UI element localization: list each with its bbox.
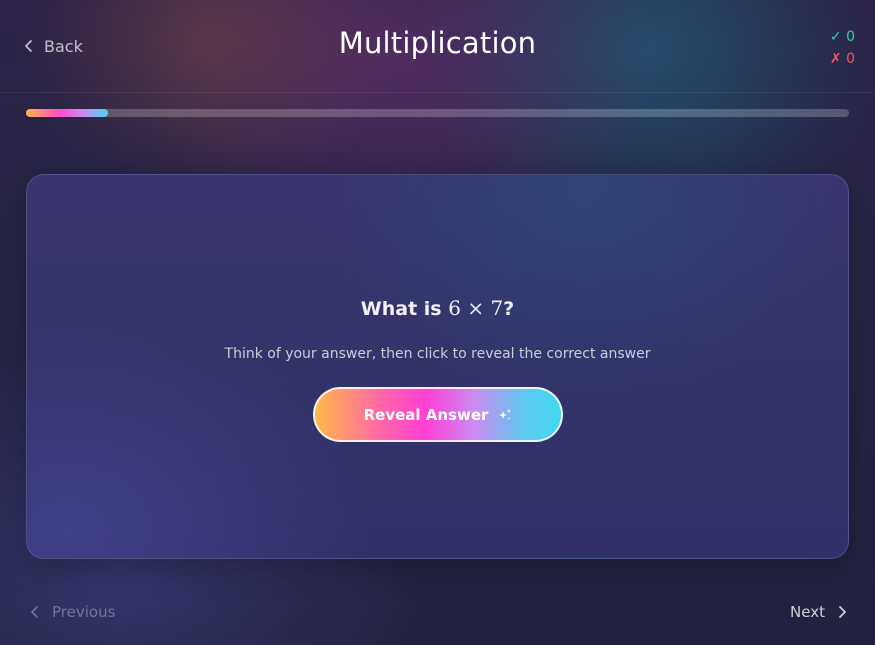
progress-bar	[26, 109, 849, 117]
next-button[interactable]: Next	[790, 602, 847, 622]
correct-count: ✓ 0	[829, 29, 855, 45]
check-icon: ✓	[829, 29, 842, 45]
chevron-right-icon	[839, 606, 846, 618]
reveal-answer-label: Reveal Answer	[363, 405, 489, 424]
chevron-left-icon	[31, 606, 38, 618]
score-panel: ✓ 0 ✗ 0	[830, 26, 855, 70]
sparkles-icon	[499, 408, 512, 420]
previous-label: Previous	[52, 603, 116, 621]
header: Back Multiplication ✓ 0 ✗ 0	[0, 0, 875, 93]
wrong-count: ✗ 0	[829, 51, 855, 67]
next-label: Next	[790, 603, 825, 621]
page-title: Multiplication	[338, 26, 537, 60]
previous-button[interactable]: Previous	[30, 602, 115, 622]
reveal-answer-button[interactable]: Reveal Answer	[313, 387, 563, 442]
question-card	[26, 174, 849, 559]
question-text: What is 6 × 7?	[360, 296, 515, 320]
hint-text: Think of your answer, then click to reve…	[224, 346, 651, 362]
cross-icon: ✗	[829, 51, 842, 67]
progress-fill	[26, 109, 109, 117]
question-expression: 6 × 7	[448, 296, 504, 320]
